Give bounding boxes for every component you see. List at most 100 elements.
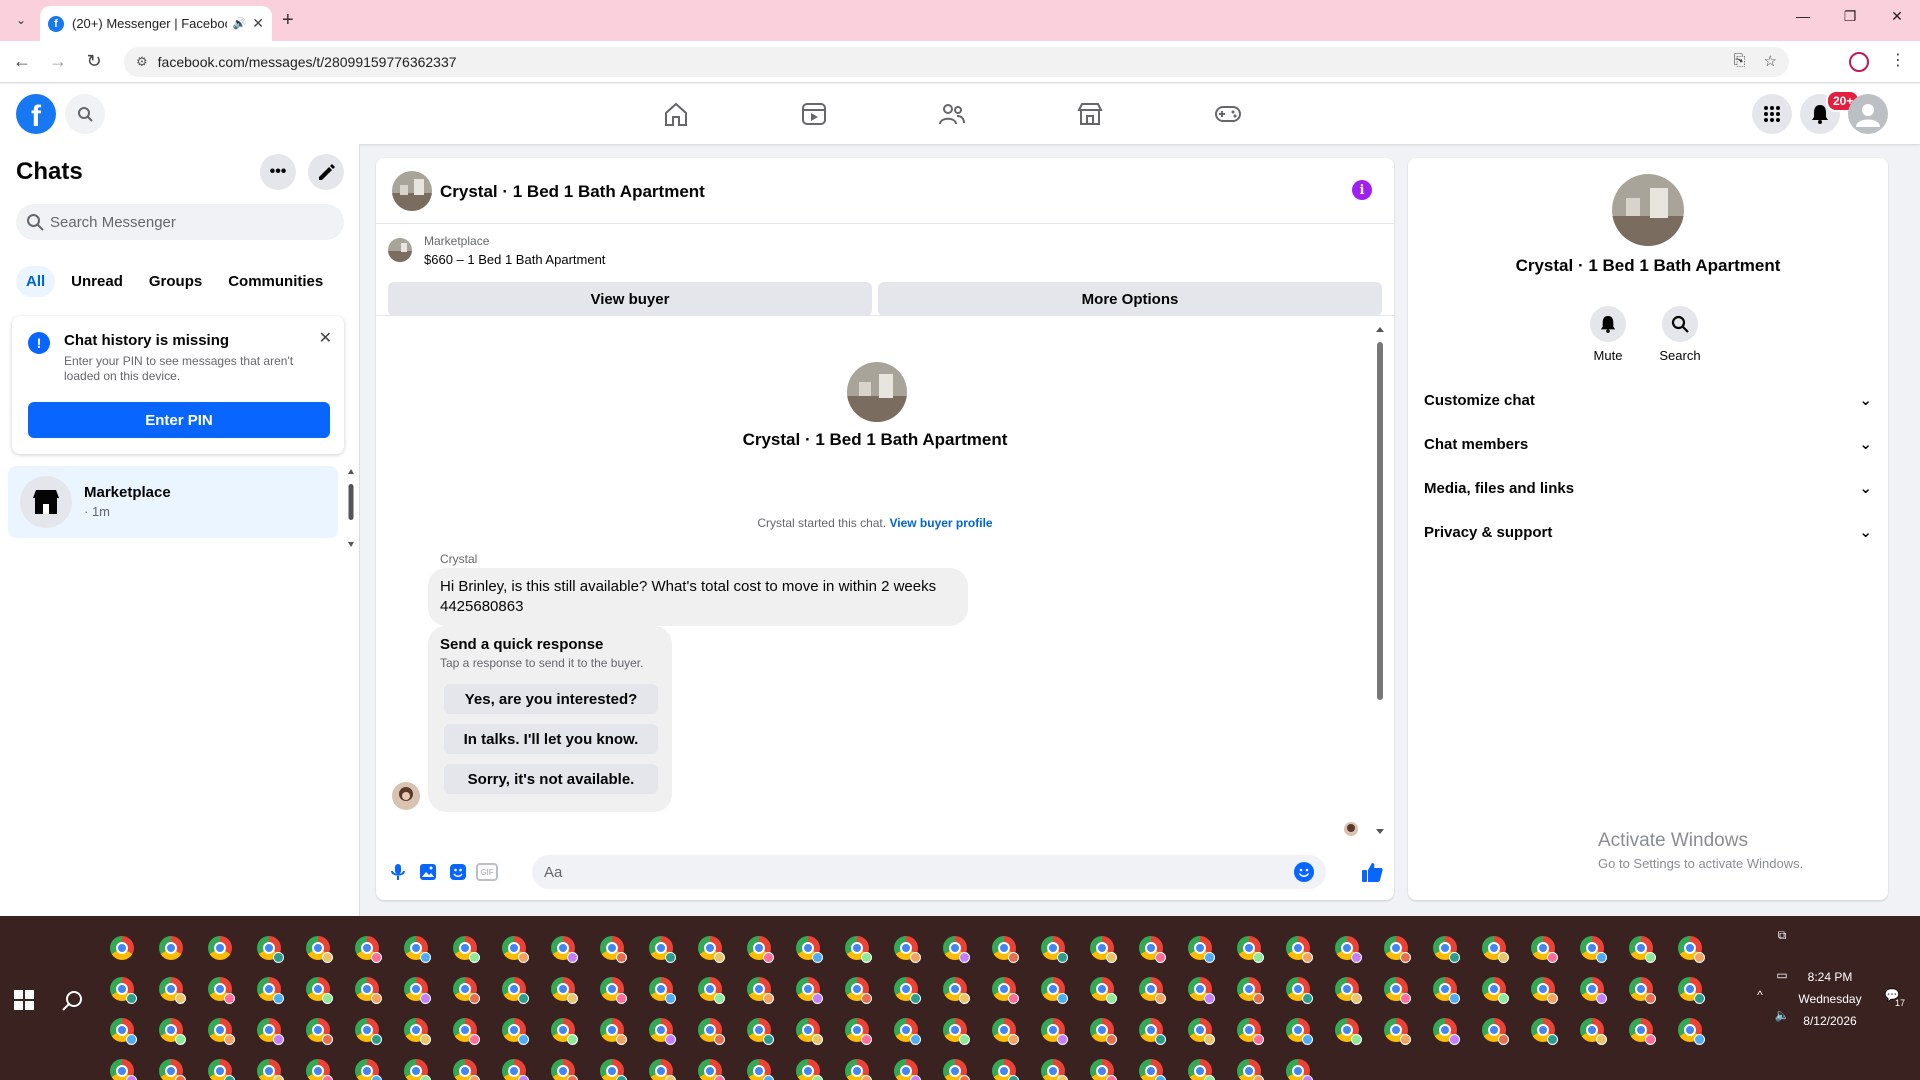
taskbar-app-icon[interactable]	[1629, 977, 1656, 1004]
taskbar-app-icon[interactable]	[110, 1059, 137, 1080]
bookmark-star-icon[interactable]: ☆	[1764, 52, 1777, 70]
taskbar-app-icon[interactable]	[404, 977, 431, 1004]
taskbar-app-icon[interactable]	[1041, 1059, 1068, 1080]
taskbar-app-icon[interactable]	[257, 1059, 284, 1080]
taskbar-app-icon[interactable]	[1139, 936, 1166, 963]
chat-options-button[interactable]: •••	[260, 154, 296, 190]
listing-avatar[interactable]	[392, 171, 432, 211]
taskbar-app-icon[interactable]	[894, 1018, 921, 1045]
taskbar-app-icon[interactable]	[992, 977, 1019, 1004]
taskbar-app-icon[interactable]	[1384, 1018, 1411, 1045]
taskbar-app-icon[interactable]	[1335, 977, 1362, 1004]
taskbar-app-icon[interactable]	[1041, 936, 1068, 963]
taskbar-app-icon[interactable]	[943, 1018, 970, 1045]
forward-button[interactable]: →	[46, 51, 70, 72]
taskbar-app-icon[interactable]	[502, 1059, 529, 1080]
taskbar-app-icon[interactable]	[1188, 936, 1215, 963]
marketplace-icon[interactable]	[1076, 101, 1104, 127]
gaming-icon[interactable]	[1214, 101, 1242, 127]
taskbar-app-icon[interactable]	[257, 977, 284, 1004]
taskbar-app-icon[interactable]	[943, 936, 970, 963]
taskbar-app-icon[interactable]	[894, 1059, 921, 1080]
search-in-chat-button[interactable]: Search	[1650, 306, 1710, 363]
back-button[interactable]: ←	[10, 51, 34, 72]
new-tab-button[interactable]: +	[282, 9, 294, 32]
taskbar-app-icon[interactable]	[600, 936, 627, 963]
tab-search-chevron-icon[interactable]: ⌄	[10, 9, 32, 31]
taskbar-app-icon[interactable]	[649, 936, 676, 963]
chat-members-row[interactable]: Chat members ⌄	[1424, 424, 1872, 464]
taskbar-app-icon[interactable]	[355, 1018, 382, 1045]
taskbar-app-icon[interactable]	[159, 1018, 186, 1045]
taskbar-app-icon[interactable]	[551, 1059, 578, 1080]
taskbar-app-icon[interactable]	[1482, 1018, 1509, 1045]
taskbar-app-icon[interactable]	[1237, 977, 1264, 1004]
taskbar-app-icon[interactable]	[551, 936, 578, 963]
taskbar-app-icon[interactable]	[649, 1059, 676, 1080]
enter-pin-button[interactable]: Enter PIN	[28, 402, 330, 438]
taskbar-app-icon[interactable]	[453, 936, 480, 963]
taskbar-app-icon[interactable]	[649, 1018, 676, 1045]
taskbar-app-icon[interactable]	[1041, 1018, 1068, 1045]
taskbar-app-icon[interactable]	[1090, 936, 1117, 963]
taskbar-app-icon[interactable]	[306, 936, 333, 963]
taskbar-app-icon[interactable]	[943, 1059, 970, 1080]
taskbar-app-icon[interactable]	[894, 977, 921, 1004]
photo-icon[interactable]	[418, 862, 438, 882]
taskbar-app-icon[interactable]	[1433, 977, 1460, 1004]
search-messenger-input[interactable]: Search Messenger	[16, 204, 344, 240]
tray-chevron-up-icon[interactable]: ^	[1750, 988, 1770, 1002]
view-buyer-button[interactable]: View buyer	[388, 282, 872, 316]
media-files-links-row[interactable]: Media, files and links ⌄	[1424, 468, 1872, 508]
emoji-icon[interactable]	[1294, 862, 1314, 882]
taskbar-app-icon[interactable]	[1678, 977, 1705, 1004]
account-avatar[interactable]	[1848, 94, 1888, 134]
taskbar-app-icon[interactable]	[1139, 1018, 1166, 1045]
taskbar-app-icon[interactable]	[208, 936, 232, 960]
conversation-item-marketplace[interactable]: Marketplace · 1m	[8, 466, 338, 538]
taskbar-app-icon[interactable]	[1531, 977, 1558, 1004]
taskbar-app-icon[interactable]	[502, 977, 529, 1004]
taskbar-app-icon[interactable]	[355, 977, 382, 1004]
taskbar-app-icon[interactable]	[1139, 977, 1166, 1004]
filter-communities[interactable]: Communities	[218, 266, 333, 297]
taskbar-app-icon[interactable]	[1188, 977, 1215, 1004]
taskbar-app-icon[interactable]	[600, 1018, 627, 1045]
taskbar-search-icon[interactable]	[62, 990, 84, 1012]
taskbar-app-icon[interactable]	[453, 977, 480, 1004]
taskbar-app-icon[interactable]	[404, 936, 431, 963]
taskbar-app-icon[interactable]	[1678, 936, 1705, 963]
minimize-button[interactable]: —	[1780, 8, 1826, 24]
taskbar-app-icon[interactable]	[1433, 1018, 1460, 1045]
info-icon[interactable]: i	[1352, 180, 1372, 200]
taskbar-app-icon[interactable]	[159, 1059, 186, 1080]
facebook-logo[interactable]: f	[16, 94, 56, 134]
taskbar-app-icon[interactable]	[698, 1059, 725, 1080]
taskbar-app-icon[interactable]	[110, 977, 137, 1004]
filter-unread[interactable]: Unread	[61, 266, 133, 297]
taskbar-app-icon[interactable]	[796, 1018, 823, 1045]
taskbar-app-icon[interactable]	[747, 1059, 774, 1080]
sidebar-scrollbar[interactable]	[347, 468, 355, 548]
taskbar-app-icon[interactable]	[1286, 977, 1313, 1004]
facebook-search-button[interactable]	[65, 94, 105, 134]
quick-reply-not-available[interactable]: Sorry, it's not available.	[444, 764, 658, 794]
taskbar-time[interactable]: 8:24 PM	[1790, 970, 1870, 984]
taskbar-app-icon[interactable]	[110, 1018, 137, 1045]
taskbar-app-icon[interactable]	[796, 977, 823, 1004]
taskbar-app-icon[interactable]	[1090, 1059, 1117, 1080]
gif-icon[interactable]: GIF	[476, 863, 498, 881]
taskbar-app-icon[interactable]	[1335, 936, 1362, 963]
taskbar-app-icon[interactable]	[747, 1018, 774, 1045]
taskbar-app-icon[interactable]	[1237, 1018, 1264, 1045]
windows-start-icon[interactable]	[14, 990, 34, 1010]
taskbar-app-icon[interactable]	[1531, 1018, 1558, 1045]
taskbar-app-icon[interactable]	[208, 977, 235, 1004]
taskbar-app-icon[interactable]	[1286, 1018, 1313, 1045]
taskbar-app-icon[interactable]	[649, 977, 676, 1004]
taskbar-app-icon[interactable]	[355, 936, 382, 963]
taskbar-day[interactable]: Wednesday	[1790, 992, 1870, 1006]
close-icon[interactable]: ✕	[319, 328, 332, 348]
taskbar-app-icon[interactable]	[747, 936, 774, 963]
taskbar-app-icon[interactable]	[1433, 936, 1460, 963]
